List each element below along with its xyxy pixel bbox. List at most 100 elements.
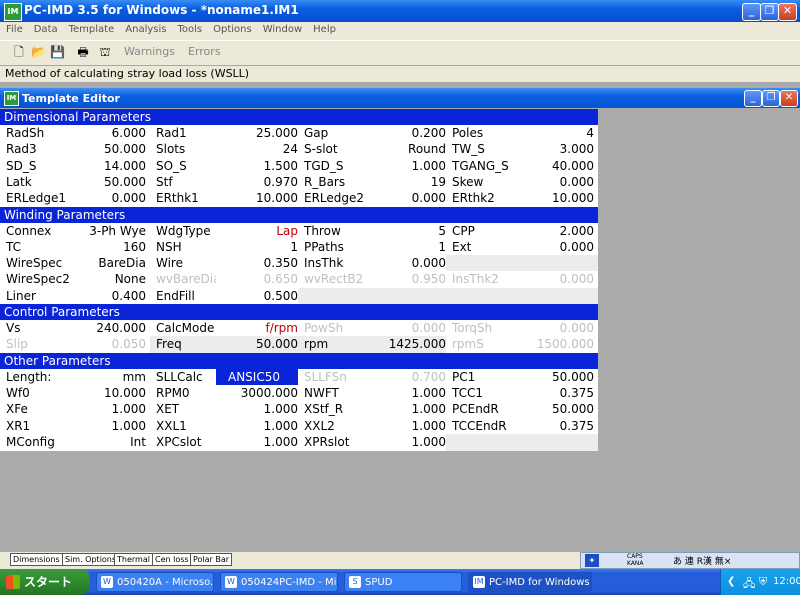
param-value-field[interactable]: 0.375	[514, 417, 598, 435]
menu-analysis[interactable]: Analysis	[119, 22, 171, 35]
param-value-field[interactable]: 1.000	[366, 433, 450, 451]
editor-close-button[interactable]: ✕	[780, 90, 798, 107]
param-value-field[interactable]: 0.000	[366, 320, 450, 337]
param-value-field[interactable]: 0.000	[514, 173, 598, 191]
param-value-field[interactable]: 10.000	[514, 190, 598, 208]
editor-minimize-button[interactable]: _	[744, 90, 762, 107]
taskbar-item-word2[interactable]: W 050424PC-IMD - Mic...	[220, 572, 338, 592]
tab-sim-options[interactable]: Sim. Options	[62, 553, 120, 566]
param-value-field[interactable]: 240.000	[72, 320, 150, 337]
editor-restore-button[interactable]: ❐	[762, 90, 780, 107]
param-value-field[interactable]: 160	[72, 238, 150, 256]
param-value-field[interactable]: 50.000	[514, 401, 598, 419]
tray-arrow-icon[interactable]: ❮	[727, 576, 735, 587]
taskbar-item-spud[interactable]: S SPUD	[344, 572, 462, 592]
param-value-field[interactable]: 10.000	[72, 384, 150, 402]
param-value-field[interactable]: 24	[216, 141, 302, 159]
tab-dimensions[interactable]: Dimensions	[10, 553, 63, 566]
param-value-field[interactable]: 1425.000	[366, 336, 450, 354]
param-value-field[interactable]: 40.000	[514, 157, 598, 175]
param-value-field[interactable]: 1	[216, 238, 302, 256]
param-value-field[interactable]: 6.000	[72, 125, 150, 142]
param-value-field[interactable]: 25.000	[216, 125, 302, 142]
param-value-field[interactable]: 1.000	[366, 384, 450, 402]
ime-bar[interactable]: ✦ CAPS KANA あ 連 R漢 無×	[580, 552, 800, 569]
param-value-field[interactable]: 1.000	[216, 401, 302, 419]
param-value-field[interactable]: 1.000	[366, 157, 450, 175]
template-editor-title-bar[interactable]: IM Template Editor _ ❐ ✕	[0, 88, 800, 108]
param-value-field[interactable]: 0.350	[216, 255, 302, 273]
app-title-bar[interactable]: IM PC-IMD 3.5 for Windows - *noname1.IM1…	[0, 0, 800, 22]
param-value-field[interactable]: 3000.000	[216, 384, 302, 402]
menu-help[interactable]: Help	[307, 22, 341, 35]
security-icon[interactable]: ⛨	[759, 575, 767, 589]
param-value-field[interactable]: 50.000	[72, 141, 150, 159]
menu-tools[interactable]: Tools	[171, 22, 207, 35]
param-value-field[interactable]: None	[72, 271, 150, 289]
param-value-field[interactable]: 50.000	[72, 173, 150, 191]
param-value-field[interactable]: 0.970	[216, 173, 302, 191]
param-value-field[interactable]: 1.500	[216, 157, 302, 175]
param-value-field[interactable]: 3.000	[514, 141, 598, 159]
close-button[interactable]: ✕	[778, 3, 797, 21]
errors-button[interactable]: Errors	[188, 45, 221, 58]
chart-icon[interactable]: ⛫	[98, 45, 112, 59]
param-value-field[interactable]: 19	[366, 173, 450, 191]
param-value-field[interactable]: f/rpm	[216, 320, 302, 337]
maximize-button[interactable]: ❐	[760, 3, 779, 21]
ime-icon[interactable]: ✦	[585, 554, 599, 567]
menu-window[interactable]: Window	[257, 22, 307, 35]
param-value-field[interactable]: 0.000	[514, 320, 598, 337]
tab-cen-loss[interactable]: Cen loss	[152, 553, 192, 566]
param-value-field[interactable]: 0.200	[366, 125, 450, 142]
param-value-field[interactable]: Round	[366, 141, 450, 159]
menu-template[interactable]: Template	[63, 22, 120, 35]
warnings-button[interactable]: Warnings	[124, 45, 175, 58]
tab-thermal[interactable]: Thermal	[114, 553, 153, 566]
param-value-field[interactable]: 1	[366, 238, 450, 256]
param-value-field[interactable]: 0.400	[72, 287, 150, 305]
save-icon[interactable]: 💾	[50, 45, 65, 59]
network-icon[interactable]: 🖧	[743, 575, 755, 594]
param-value-field[interactable]: 1.000	[366, 417, 450, 435]
param-value-field[interactable]: 1.000	[216, 417, 302, 435]
minimize-button[interactable]: _	[742, 3, 761, 21]
menu-options[interactable]: Options	[207, 22, 257, 35]
param-value-field[interactable]: 1.000	[216, 433, 302, 451]
menu-file[interactable]: File	[0, 22, 28, 35]
param-value-field[interactable]: 0.000	[514, 271, 598, 289]
param-value-field[interactable]: 14.000	[72, 157, 150, 175]
param-value-field[interactable]: 0.000	[366, 190, 450, 208]
param-value-field[interactable]: 0.000	[514, 238, 598, 256]
param-value-field[interactable]: 0.500	[216, 287, 302, 305]
param-value-field[interactable]: 1.000	[366, 401, 450, 419]
taskbar-item-word1[interactable]: W 050420A - Microso...	[96, 572, 214, 592]
clock[interactable]: 12:00	[773, 576, 800, 587]
param-value-field[interactable]: 2.000	[514, 222, 598, 240]
param-value-field[interactable]: Lap	[216, 222, 302, 240]
tab-polar-bar[interactable]: Polar Bar	[190, 553, 233, 566]
param-value-field[interactable]: 1.000	[72, 417, 150, 435]
param-value-field[interactable]: 50.000	[216, 336, 302, 354]
param-value-field[interactable]: BareDia	[72, 255, 150, 273]
print-icon[interactable]: 🖶	[76, 45, 90, 59]
param-value-field[interactable]: 50.000	[514, 368, 598, 386]
new-file-icon[interactable]: 🗋	[12, 45, 26, 59]
param-value-field[interactable]: 0.000	[366, 255, 450, 273]
param-value-field[interactable]: Int	[72, 433, 150, 451]
param-value-field[interactable]: 1.000	[72, 401, 150, 419]
param-value-field[interactable]: 0.050	[72, 336, 150, 354]
param-value-field[interactable]: 10.000	[216, 190, 302, 208]
param-value-field[interactable]: 1500.000	[514, 336, 598, 354]
param-value-field[interactable]: 5	[366, 222, 450, 240]
start-button[interactable]: スタート	[0, 569, 90, 595]
param-value-field[interactable]: 4	[514, 125, 598, 142]
param-value-field[interactable]: mm	[72, 368, 150, 386]
param-value-field[interactable]: 3-Ph Wye	[72, 222, 150, 240]
param-value-field[interactable]: 0.700	[366, 368, 450, 386]
menu-data[interactable]: Data	[28, 22, 63, 35]
param-value-field[interactable]: 0.375	[514, 384, 598, 402]
param-value-field[interactable]: 0.000	[72, 190, 150, 208]
taskbar-item-pcimd[interactable]: IM PC-IMD for Windows	[468, 572, 592, 592]
param-value-field[interactable]: 0.650	[216, 271, 302, 289]
